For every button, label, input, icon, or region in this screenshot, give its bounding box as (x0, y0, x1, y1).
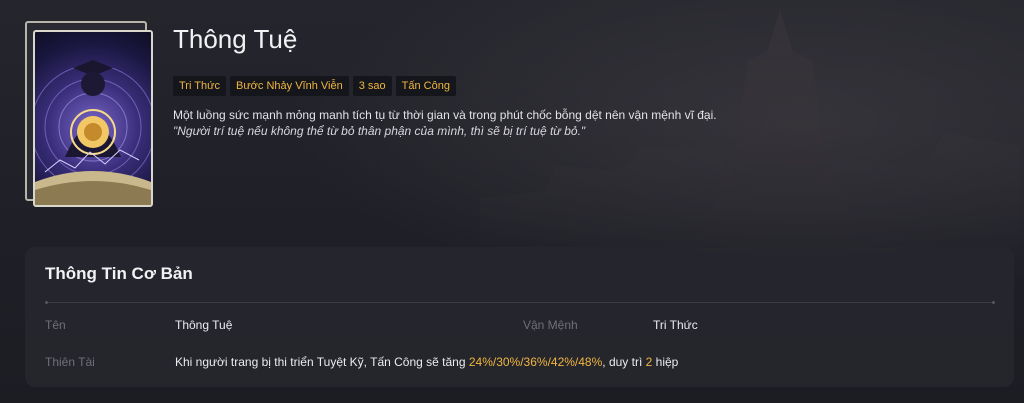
talent-label: Thiên Tài (45, 355, 95, 369)
talent-values: 24%/30%/36%/42%/48% (468, 355, 603, 369)
tag-rarity: 3 sao (352, 76, 392, 96)
talent-text: Khi người trang bị thi triển Tuyệt Kỹ, T… (175, 355, 678, 369)
talent-prefix: Khi người trang bị thi triển Tuyệt Kỹ, T… (175, 355, 469, 369)
name-label: Tên (45, 318, 66, 332)
talent-middle: , duy trì (602, 355, 646, 369)
hero-quote: "Người trí tuệ nếu không thể từ bỏ thân … (173, 124, 586, 138)
talent-suffix: hiệp (652, 355, 679, 369)
fate-value: Tri Thức (653, 318, 698, 332)
tag-set: Bước Nhảy Vĩnh Viễn (229, 76, 349, 96)
card-illustration (33, 30, 153, 207)
name-value: Thông Tuệ (175, 318, 233, 332)
tag-path: Tri Thức (173, 76, 226, 96)
card-art (25, 21, 153, 207)
tag-effect: Tấn Công (395, 76, 456, 96)
hero-name: Thông Tuệ (173, 24, 298, 54)
fate-label: Vận Mệnh (523, 318, 578, 332)
panel-title: Thông Tin Cơ Bản (45, 264, 193, 283)
hero-description: Một luồng sức mạnh mỏng manh tích tụ từ … (173, 108, 717, 122)
basic-info-panel: Thông Tin Cơ Bản Tên Thông Tuệ Vận Mệnh … (25, 247, 1014, 387)
divider (45, 301, 995, 304)
tag-list: Tri Thức Bước Nhảy Vĩnh Viễn 3 sao Tấn C… (173, 76, 456, 96)
